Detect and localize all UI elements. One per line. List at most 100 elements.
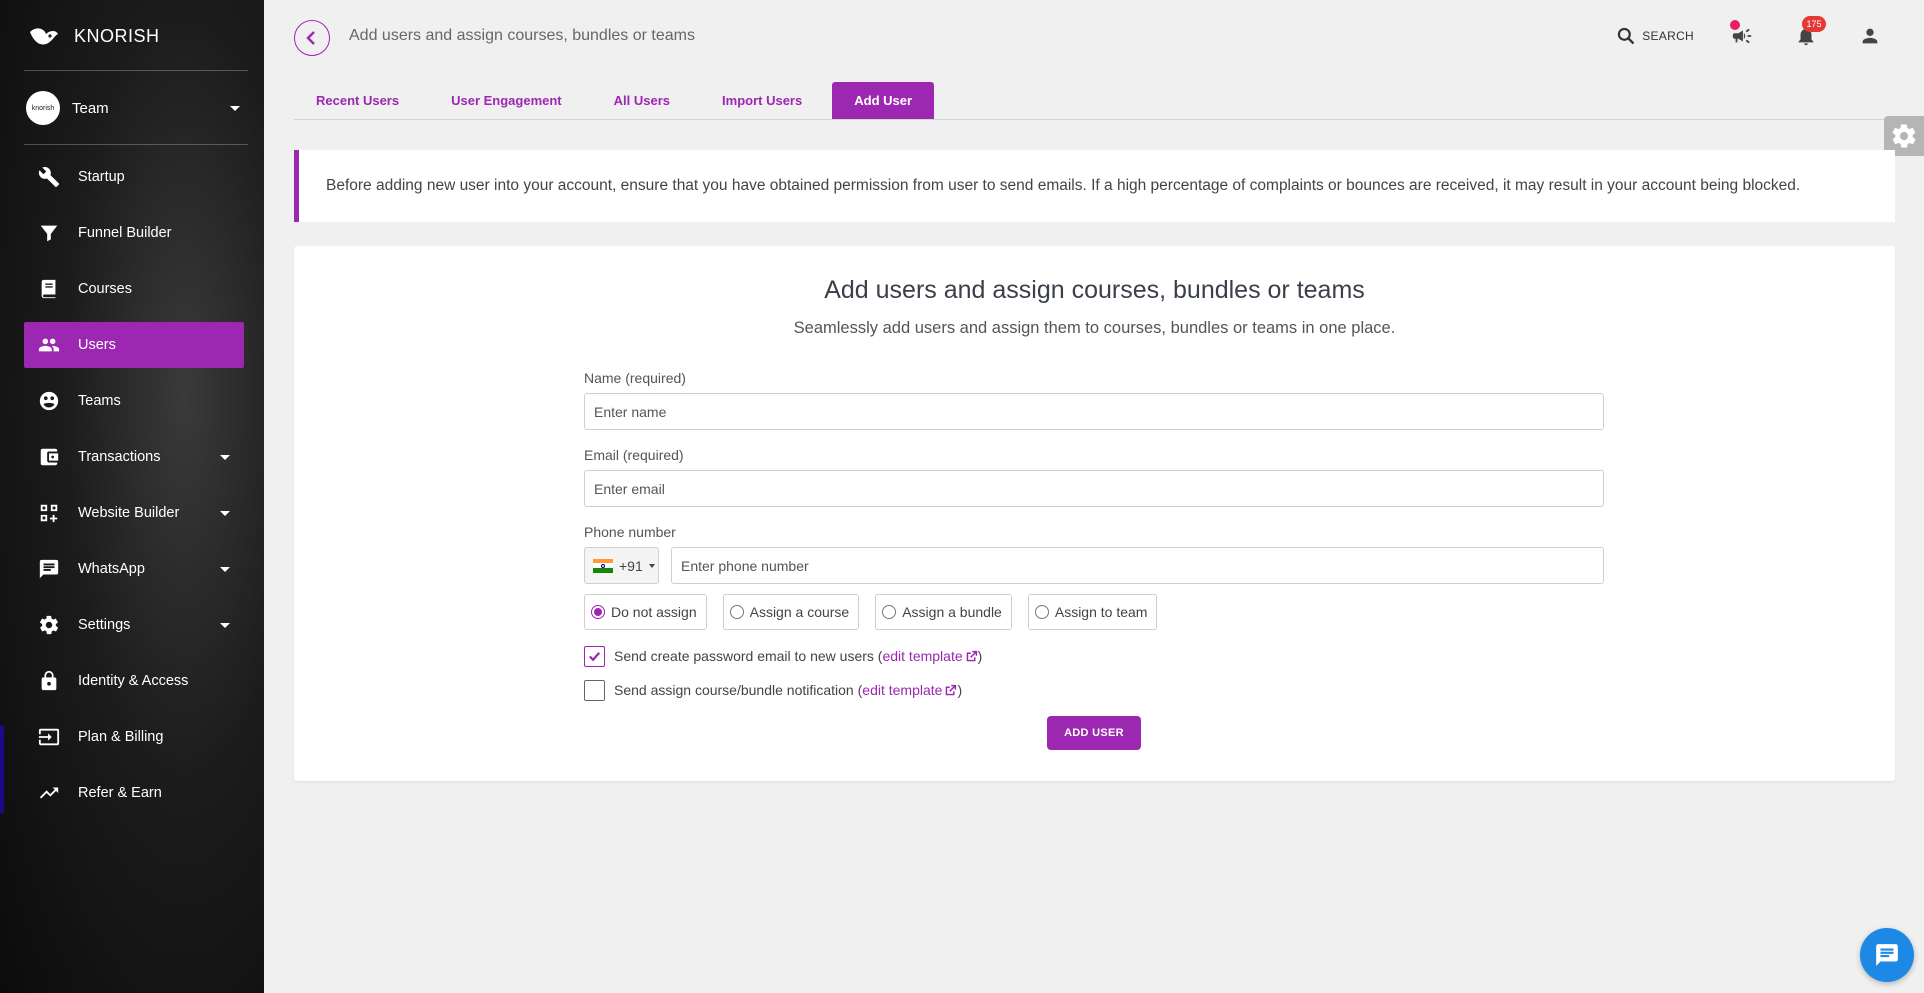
sidebar-item-label: Settings xyxy=(78,617,131,633)
name-label: Name (required) xyxy=(584,370,686,386)
brand-logo-icon xyxy=(30,28,58,45)
assign-option-course[interactable]: Assign a course xyxy=(722,594,860,630)
assign-option-label: Assign a bundle xyxy=(902,604,1002,620)
wallet-icon xyxy=(38,446,60,468)
avatar: knorish xyxy=(26,91,60,125)
team-switcher[interactable]: knorish Team xyxy=(26,90,240,126)
profile-button[interactable] xyxy=(1856,22,1884,50)
country-code-select[interactable]: +91 xyxy=(584,547,659,584)
notification-badge: 175 xyxy=(1802,16,1826,32)
notification-text: Send assign course/bundle notification ( xyxy=(614,682,863,698)
sidebar-item-label: Transactions xyxy=(78,449,161,465)
book-icon xyxy=(38,278,60,300)
sidebar-item-transactions[interactable]: Transactions xyxy=(24,434,244,480)
search-icon xyxy=(1618,27,1635,45)
sidebar-item-whatsapp[interactable]: WhatsApp xyxy=(24,546,244,592)
tab-recent-users[interactable]: Recent Users xyxy=(294,82,421,119)
paren-close: ) xyxy=(977,648,983,664)
assign-option-label: Assign to team xyxy=(1054,604,1148,620)
announcements-button[interactable] xyxy=(1728,20,1756,50)
team-label: Team xyxy=(72,99,109,117)
chevron-down-icon xyxy=(220,510,230,516)
password-email-checkbox[interactable] xyxy=(584,645,605,667)
add-user-button[interactable]: ADD USER xyxy=(1047,716,1141,750)
sidebar-item-website-builder[interactable]: Website Builder xyxy=(24,490,244,536)
sidebar-item-label: WhatsApp xyxy=(78,561,145,577)
assign-option-none[interactable]: Do not assign xyxy=(584,594,707,630)
trend-icon xyxy=(38,782,60,804)
unread-dot xyxy=(1730,20,1740,30)
sidebar-item-courses[interactable]: Courses xyxy=(24,266,244,312)
sidebar-item-startup[interactable]: Startup xyxy=(24,154,244,200)
radio[interactable] xyxy=(1034,605,1049,619)
notification-checkbox[interactable] xyxy=(584,679,605,701)
password-email-text: Send create password email to new users … xyxy=(614,648,883,664)
phone-label: Phone number xyxy=(584,524,676,540)
brand[interactable]: KNORISH xyxy=(28,20,160,52)
chat-icon xyxy=(1876,944,1898,966)
brand-name: KNORISH xyxy=(74,25,160,46)
assign-option-team[interactable]: Assign to team xyxy=(1027,594,1158,630)
name-input[interactable] xyxy=(584,393,1604,430)
add-user-form: Name (required) Email (required) Phone n… xyxy=(584,370,1604,712)
sidebar-item-plan-billing[interactable]: Plan & Billing xyxy=(24,714,244,760)
tab-all-users[interactable]: All Users xyxy=(592,82,692,119)
assign-option-label: Do not assign xyxy=(611,604,697,620)
sidebar-item-label: Users xyxy=(78,337,116,353)
india-flag-icon xyxy=(593,558,613,573)
sidebar-item-label: Funnel Builder xyxy=(78,225,172,241)
chevron-left-icon xyxy=(306,31,315,45)
radio-selected[interactable] xyxy=(591,605,605,619)
assign-option-bundle[interactable]: Assign a bundle xyxy=(875,594,1012,630)
tab-import-users[interactable]: Import Users xyxy=(700,82,824,119)
country-code: +91 xyxy=(619,557,643,574)
edit-template-link-text: edit template xyxy=(862,682,943,698)
sidebar-divider xyxy=(24,70,248,71)
lock-icon xyxy=(38,670,60,692)
chevron-down-icon xyxy=(220,454,230,460)
chat-widget-button[interactable] xyxy=(1860,928,1914,982)
sidebar-item-label: Website Builder xyxy=(78,505,180,521)
search-button[interactable]: SEARCH xyxy=(1616,26,1694,46)
radio[interactable] xyxy=(729,605,744,619)
edit-template-link[interactable]: edit template xyxy=(882,648,977,664)
users-icon xyxy=(38,334,60,356)
chevron-down-icon xyxy=(220,622,230,628)
sidebar-item-label: Teams xyxy=(78,393,121,409)
sidebar-item-users[interactable]: Users xyxy=(24,322,244,368)
permission-notice: Before adding new user into your account… xyxy=(294,150,1895,222)
paren-close: ) xyxy=(957,682,963,698)
phone-input[interactable] xyxy=(671,547,1604,584)
sidebar-divider xyxy=(24,144,248,145)
notification-option: Send assign course/bundle notification (… xyxy=(584,678,1604,702)
sidebar-item-label: Startup xyxy=(78,169,125,185)
sidebar-item-label: Plan & Billing xyxy=(78,729,164,745)
sidebar-item-refer-earn[interactable]: Refer & Earn xyxy=(24,770,244,816)
notifications-button[interactable]: 175 xyxy=(1792,16,1826,50)
back-button[interactable] xyxy=(294,20,330,56)
chevron-down-icon xyxy=(220,566,230,572)
tab-add-user[interactable]: Add User xyxy=(832,82,935,119)
website-icon xyxy=(38,502,60,524)
email-input[interactable] xyxy=(584,470,1604,507)
check-icon xyxy=(589,651,601,661)
sidebar-item-identity-access[interactable]: Identity & Access xyxy=(24,658,244,704)
chevron-down-icon xyxy=(230,105,240,111)
page-title: Add users and assign courses, bundles or… xyxy=(349,27,695,44)
form-title: Add users and assign courses, bundles or… xyxy=(824,276,1365,304)
sidebar-item-teams[interactable]: Teams xyxy=(24,378,244,424)
assign-options: Do not assign Assign a course Assign a b… xyxy=(584,594,1604,630)
tab-user-engagement[interactable]: User Engagement xyxy=(429,82,584,119)
user-icon xyxy=(1862,28,1878,44)
sidebar: KNORISH knorish Team Startup Funnel Buil… xyxy=(0,0,264,993)
wrench-icon xyxy=(38,166,60,188)
gear-icon xyxy=(1892,124,1916,148)
phone-row: +91 xyxy=(584,547,1604,584)
top-actions: SEARCH 175 xyxy=(1616,16,1884,54)
sidebar-item-settings[interactable]: Settings xyxy=(24,602,244,648)
radio[interactable] xyxy=(882,605,897,619)
sidebar-item-funnel-builder[interactable]: Funnel Builder xyxy=(24,210,244,256)
edit-template-link[interactable]: edit template xyxy=(862,682,957,698)
sidebar-item-label: Identity & Access xyxy=(78,673,189,689)
add-user-card: Add users and assign courses, bundles or… xyxy=(294,246,1895,781)
